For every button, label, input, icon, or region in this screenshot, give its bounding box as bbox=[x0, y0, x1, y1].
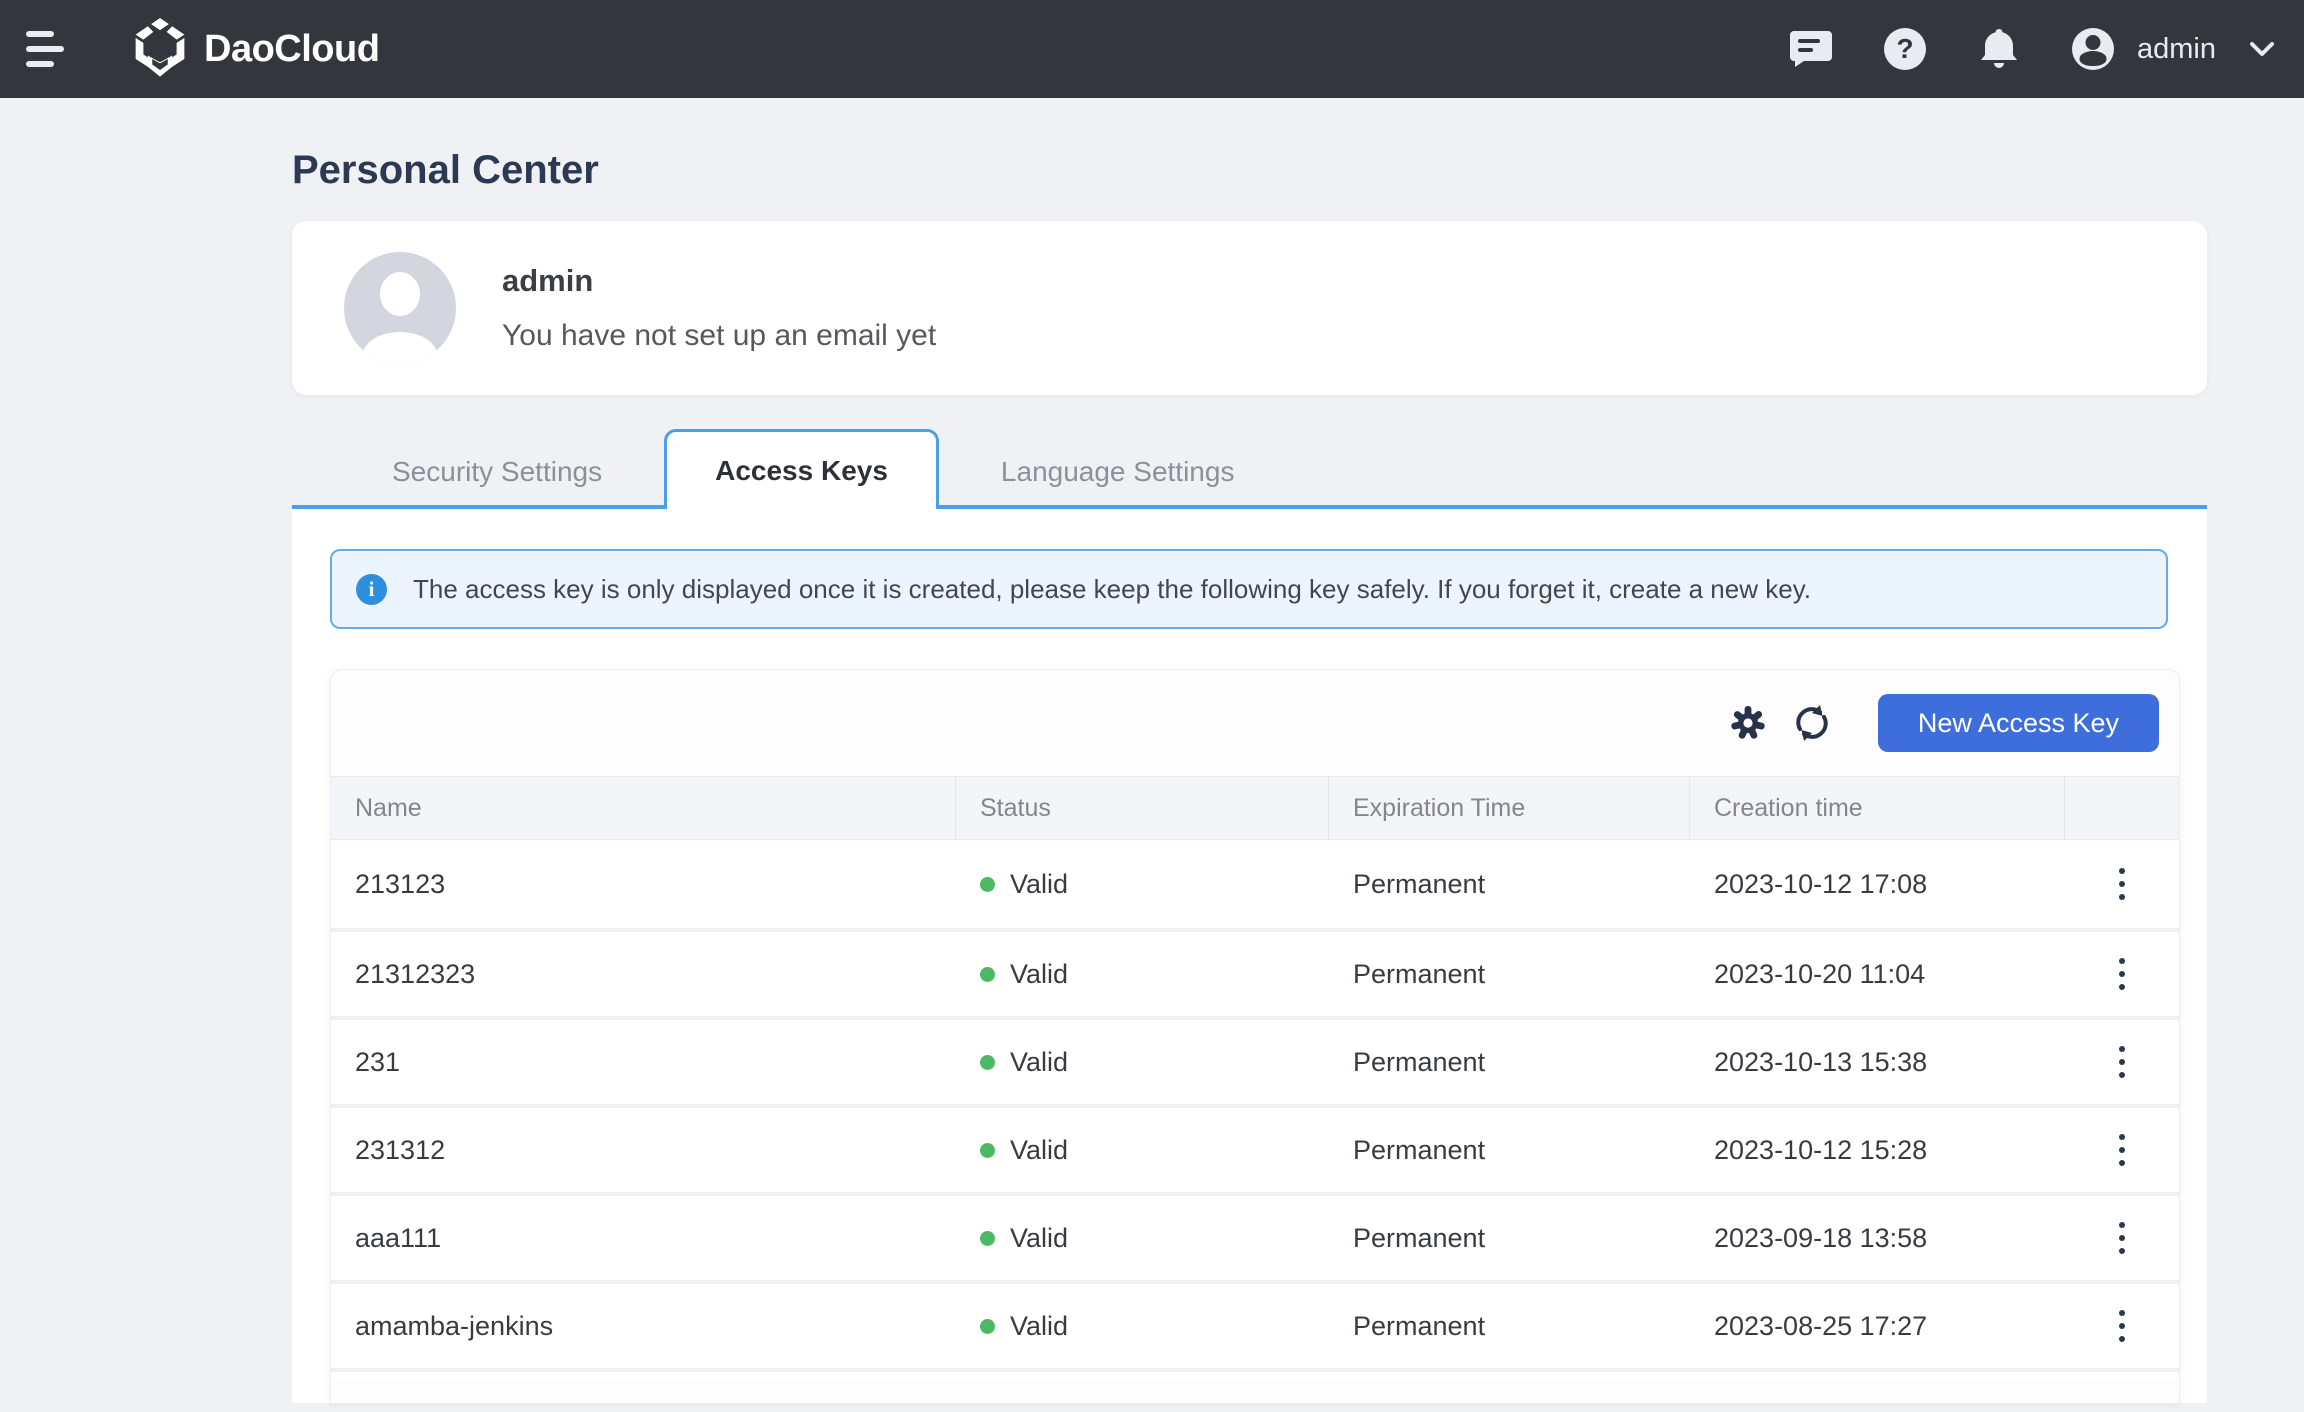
top-navbar: DaoCloud ? admin bbox=[0, 0, 2304, 98]
column-header-expiration-time: Expiration Time bbox=[1329, 777, 1690, 839]
status-dot-icon bbox=[980, 1231, 995, 1246]
row-actions-kebab-icon[interactable] bbox=[2105, 1301, 2139, 1352]
info-icon: i bbox=[356, 574, 387, 605]
status-label: Valid bbox=[1010, 1223, 1068, 1254]
access-keys-table-card: New Access Key NameStatusExpiration Time… bbox=[330, 669, 2180, 1403]
table-header: NameStatusExpiration TimeCreation time bbox=[331, 776, 2179, 840]
column-header-actions bbox=[2065, 777, 2179, 839]
brand-logo[interactable]: DaoCloud bbox=[132, 18, 379, 80]
key-expiration-cell: Permanent bbox=[1329, 1311, 1690, 1342]
status-dot-icon bbox=[980, 1143, 995, 1158]
info-banner: i The access key is only displayed once … bbox=[330, 549, 2168, 629]
key-name-cell: 21312323 bbox=[331, 959, 956, 990]
key-expiration-cell: Permanent bbox=[1329, 959, 1690, 990]
key-created-cell: 2023-10-12 17:08 bbox=[1690, 869, 2065, 900]
status-label: Valid bbox=[1010, 1311, 1068, 1342]
key-status-cell: Valid bbox=[956, 1223, 1329, 1254]
key-expiration-cell: Permanent bbox=[1329, 1047, 1690, 1078]
table-row: 231312 Valid Permanent 2023-10-12 15:28 bbox=[331, 1104, 2179, 1192]
new-access-key-button[interactable]: New Access Key bbox=[1878, 694, 2159, 752]
key-created-cell: 2023-10-20 11:04 bbox=[1690, 959, 2065, 990]
key-name-cell: 231 bbox=[331, 1047, 956, 1078]
status-label: Valid bbox=[1010, 869, 1068, 900]
table-body: 213123 Valid Permanent 2023-10-12 17:08 … bbox=[331, 840, 2179, 1368]
column-header-creation-time: Creation time bbox=[1690, 777, 2065, 839]
row-actions-kebab-icon[interactable] bbox=[2105, 1125, 2139, 1176]
tab-security-settings[interactable]: Security Settings bbox=[330, 435, 664, 509]
hamburger-menu-icon[interactable] bbox=[26, 31, 70, 67]
status-label: Valid bbox=[1010, 959, 1068, 990]
key-status-cell: Valid bbox=[956, 1135, 1329, 1166]
key-created-cell: 2023-08-25 17:27 bbox=[1690, 1311, 2065, 1342]
key-expiration-cell: Permanent bbox=[1329, 1135, 1690, 1166]
row-actions-kebab-icon[interactable] bbox=[2105, 949, 2139, 1000]
key-created-cell: 2023-10-12 15:28 bbox=[1690, 1135, 2065, 1166]
tab-access-keys[interactable]: Access Keys bbox=[664, 429, 939, 509]
help-icon[interactable]: ? bbox=[1883, 27, 1927, 71]
table-row: 21312323 Valid Permanent 2023-10-20 11:0… bbox=[331, 928, 2179, 1016]
key-status-cell: Valid bbox=[956, 959, 1329, 990]
status-dot-icon bbox=[980, 1055, 995, 1070]
row-actions-kebab-icon[interactable] bbox=[2105, 1037, 2139, 1088]
key-status-cell: Valid bbox=[956, 1047, 1329, 1078]
user-avatar[interactable] bbox=[2071, 27, 2115, 71]
brand-name: DaoCloud bbox=[204, 28, 379, 71]
status-dot-icon bbox=[980, 877, 995, 892]
messages-icon[interactable] bbox=[1789, 27, 1833, 71]
access-keys-panel: i The access key is only displayed once … bbox=[292, 509, 2207, 1403]
column-header-name: Name bbox=[331, 777, 956, 839]
info-banner-text: The access key is only displayed once it… bbox=[413, 574, 1811, 605]
tab-bar: Security Settings Access Keys Language S… bbox=[292, 431, 2207, 509]
status-label: Valid bbox=[1010, 1047, 1068, 1078]
key-expiration-cell: Permanent bbox=[1329, 869, 1690, 900]
daocloud-cube-icon bbox=[132, 18, 188, 80]
column-header-status: Status bbox=[956, 777, 1329, 839]
profile-email-hint: You have not set up an email yet bbox=[502, 319, 936, 353]
table-row: 213123 Valid Permanent 2023-10-12 17:08 bbox=[331, 840, 2179, 928]
key-expiration-cell: Permanent bbox=[1329, 1223, 1690, 1254]
page-title: Personal Center bbox=[292, 98, 2207, 193]
table-row: 231 Valid Permanent 2023-10-13 15:38 bbox=[331, 1016, 2179, 1104]
table-row: amamba-jenkins Valid Permanent 2023-08-2… bbox=[331, 1280, 2179, 1368]
chevron-down-icon[interactable] bbox=[2250, 42, 2274, 57]
key-status-cell: Valid bbox=[956, 869, 1329, 900]
row-actions-kebab-icon[interactable] bbox=[2105, 859, 2139, 910]
key-status-cell: Valid bbox=[956, 1311, 1329, 1342]
row-actions-kebab-icon[interactable] bbox=[2105, 1213, 2139, 1264]
table-toolbar: New Access Key bbox=[331, 670, 2179, 776]
status-dot-icon bbox=[980, 1319, 995, 1334]
notifications-bell-icon[interactable] bbox=[1977, 27, 2021, 71]
profile-username: admin bbox=[502, 263, 936, 299]
key-name-cell: amamba-jenkins bbox=[331, 1311, 956, 1342]
status-label: Valid bbox=[1010, 1135, 1068, 1166]
key-created-cell: 2023-10-13 15:38 bbox=[1690, 1047, 2065, 1078]
key-name-cell: 213123 bbox=[331, 869, 956, 900]
key-created-cell: 2023-09-18 13:58 bbox=[1690, 1223, 2065, 1254]
refresh-icon[interactable] bbox=[1792, 703, 1832, 743]
settings-gear-icon[interactable] bbox=[1728, 703, 1768, 743]
key-name-cell: aaa111 bbox=[331, 1223, 956, 1254]
profile-card: admin You have not set up an email yet bbox=[292, 221, 2207, 395]
key-name-cell: 231312 bbox=[331, 1135, 956, 1166]
username-label: admin bbox=[2137, 33, 2216, 66]
table-row: aaa111 Valid Permanent 2023-09-18 13:58 bbox=[331, 1192, 2179, 1280]
status-dot-icon bbox=[980, 967, 995, 982]
tab-language-settings[interactable]: Language Settings bbox=[939, 435, 1297, 509]
profile-avatar bbox=[344, 252, 456, 364]
main-content: Personal Center admin You have not set u… bbox=[292, 98, 2207, 1403]
table-row-partial bbox=[331, 1368, 2179, 1380]
